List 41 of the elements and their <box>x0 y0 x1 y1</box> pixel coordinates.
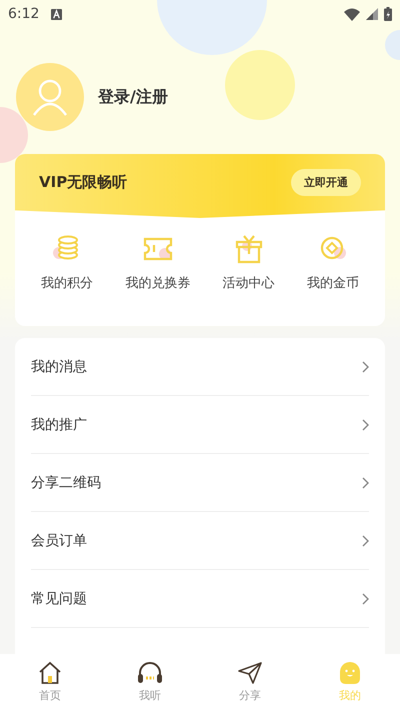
notification-icon <box>51 8 62 20</box>
menu-label: 会员订单 <box>31 532 87 550</box>
shortcut-item[interactable]: 我的金币 <box>306 234 359 292</box>
headphones-icon <box>137 661 163 685</box>
login-link[interactable]: 登录/注册 <box>98 86 168 108</box>
person-icon <box>31 78 69 116</box>
chevron-right-icon <box>362 534 369 546</box>
menu-item[interactable]: 常见问题 <box>31 570 369 628</box>
smiley-icon <box>339 661 361 685</box>
menu-label: 分享二维码 <box>31 474 101 492</box>
activate-button[interactable]: 立即开通 <box>291 168 361 196</box>
tab-label: 我听 <box>139 688 161 703</box>
paper-plane-icon <box>238 661 262 685</box>
tab-label: 首页 <box>39 688 61 703</box>
chevron-right-icon <box>362 360 369 372</box>
battery-icon <box>384 7 392 21</box>
chevron-right-icon <box>362 592 369 604</box>
vip-title: VIP无限畅听 <box>39 172 128 192</box>
tab-label: 分享 <box>239 688 261 703</box>
shortcut-label: 活动中心 <box>222 275 275 292</box>
tab-label: 我的 <box>339 688 361 703</box>
menu-label: 常见问题 <box>31 590 87 608</box>
wifi-icon <box>344 8 360 20</box>
shortcut-item[interactable]: 活动中心 <box>222 234 275 292</box>
shortcut-item[interactable]: 我的兑换券 <box>125 234 190 292</box>
chevron-right-icon <box>362 476 369 488</box>
status-time: 6:12 <box>8 6 40 22</box>
gift-icon <box>234 234 264 264</box>
menu-item[interactable]: 分享二维码 <box>31 454 369 512</box>
shortcut-label: 我的兑换券 <box>125 275 190 292</box>
menu-item[interactable]: 会员订单 <box>31 512 369 570</box>
chevron-right-icon <box>362 418 369 430</box>
menu-label: 我的消息 <box>31 358 87 376</box>
shortcut-item[interactable]: 我的积分 <box>41 234 94 292</box>
home-icon <box>38 661 62 685</box>
shortcut-label: 我的金币 <box>306 275 359 292</box>
signal-icon <box>366 8 378 20</box>
menu-item[interactable]: 我的推广 <box>31 396 369 454</box>
menu-label: 我的推广 <box>31 416 87 434</box>
menu-item[interactable]: 我的消息 <box>31 338 369 396</box>
shortcut-label: 我的积分 <box>41 275 94 292</box>
